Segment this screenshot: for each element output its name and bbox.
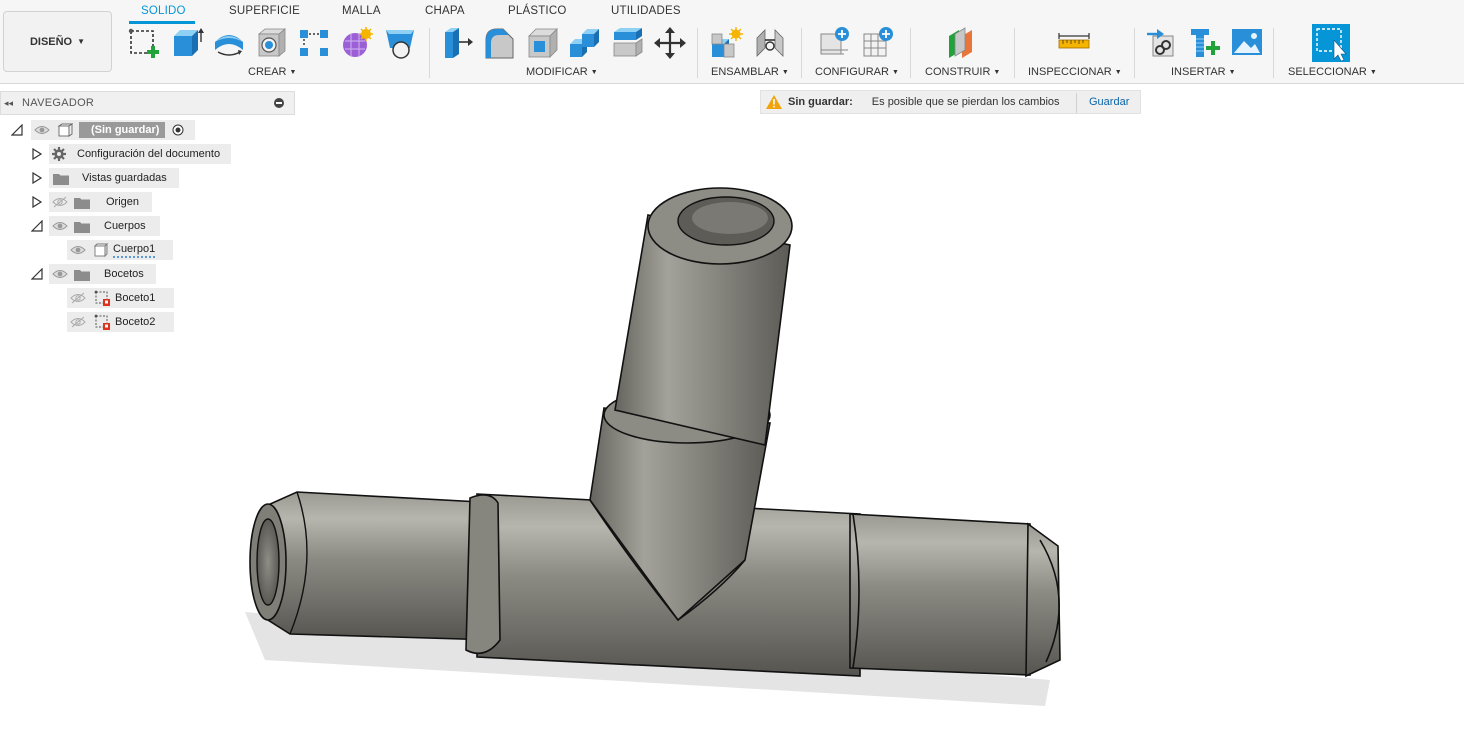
joint-icon[interactable] [753,26,787,60]
active-tab-indicator [129,21,195,24]
inspeccionar-label: INSPECCIONAR [1028,66,1112,78]
tab-utilidades[interactable]: UTILIDADES [611,5,681,17]
navigator-title: NAVEGADOR [22,97,95,109]
save-button[interactable]: Guardar [1089,96,1129,108]
banner-divider [1076,93,1077,113]
crear-label: CREAR [248,66,287,78]
hole-icon[interactable] [255,26,289,60]
canvas-viewport[interactable] [0,116,1464,730]
insertar-menu[interactable]: INSERTAR ▼ [1171,66,1236,78]
insertar-label: INSERTAR [1171,66,1226,78]
tab-malla[interactable]: MALLA [342,5,381,17]
offset-face-icon[interactable] [611,26,645,60]
toolbar-divider [1273,28,1274,78]
crear-menu[interactable]: CREAR ▼ [248,66,296,78]
create-form-icon[interactable] [340,26,374,60]
create-sketch-icon[interactable] [127,26,161,60]
extrude-icon[interactable] [170,26,204,60]
toolbar-divider [910,28,911,78]
chevron-down-icon: ▼ [993,69,1001,76]
toolbar-divider [1014,28,1015,78]
warning-icon [766,95,782,109]
construir-label: CONSTRUIR [925,66,991,78]
seleccionar-label: SELECCIONAR [1288,66,1367,78]
chevron-down-icon: ▼ [781,69,789,76]
workspace-switcher-button[interactable]: DISEÑO ▼ [3,11,112,72]
move-copy-icon[interactable] [653,26,687,60]
tab-plastico[interactable]: PLÁSTICO [508,5,566,17]
toolbar-divider [429,28,430,78]
navigator-panel-header: ◂◂ NAVEGADOR [0,91,295,115]
new-component-icon[interactable] [710,26,744,60]
minimize-panel-icon[interactable] [274,98,284,108]
seleccionar-menu[interactable]: SELECCIONAR ▼ [1288,66,1377,78]
tab-chapa[interactable]: CHAPA [425,5,465,17]
tab-solido[interactable]: SOLIDO [141,5,186,17]
rectangular-pattern-icon[interactable] [297,26,331,60]
revolve-icon[interactable] [212,26,246,60]
toolbar: DISEÑO ▼ SOLIDO SUPERFICIE MALLA CHAPA P… [0,0,1464,84]
offset-plane-icon[interactable] [945,26,979,60]
insert-canvas-icon[interactable] [1230,26,1264,60]
chevron-down-icon: ▼ [1369,69,1377,76]
shell-icon[interactable] [526,26,560,60]
chevron-down-icon: ▼ [1114,69,1122,76]
measure-icon[interactable] [1057,26,1091,60]
ensamblar-label: ENSAMBLAR [711,66,779,78]
configurar-menu[interactable]: CONFIGURAR ▼ [815,66,899,78]
banner-message: Es posible que se pierdan los cambios [871,96,1060,108]
unsaved-changes-banner: Sin guardar: Es posible que se pierdan l… [760,90,1141,114]
modificar-menu[interactable]: MODIFICAR ▼ [526,66,598,78]
press-pull-icon[interactable] [441,26,475,60]
inspeccionar-menu[interactable]: INSPECCIONAR ▼ [1028,66,1122,78]
loft-icon[interactable] [383,26,417,60]
collapse-panel-icon[interactable]: ◂◂ [4,98,18,109]
window-select-icon[interactable] [1312,24,1350,62]
toolbar-divider [801,28,802,78]
banner-label: Sin guardar: [788,96,853,108]
chevron-down-icon: ▼ [77,37,86,46]
tab-superficie[interactable]: SUPERFICIE [229,5,300,17]
chevron-down-icon: ▼ [289,69,297,76]
workspace-label: DISEÑO [29,35,73,48]
insert-derive-icon[interactable] [1145,26,1179,60]
configure-model-icon[interactable] [818,26,852,60]
construir-menu[interactable]: CONSTRUIR ▼ [925,66,1000,78]
fillet-icon[interactable] [483,26,517,60]
toolbar-divider [697,28,698,78]
configurar-label: CONFIGURAR [815,66,889,78]
combine-icon[interactable] [568,26,602,60]
chevron-down-icon: ▼ [590,69,598,76]
modificar-label: MODIFICAR [526,66,588,78]
toolbar-divider [1134,28,1135,78]
configuration-table-icon[interactable] [861,26,895,60]
insert-mcmaster-icon[interactable] [1188,26,1222,60]
chevron-down-icon: ▼ [891,69,899,76]
chevron-down-icon: ▼ [1228,69,1236,76]
ensamblar-menu[interactable]: ENSAMBLAR ▼ [711,66,789,78]
tee-fitting-model[interactable] [0,116,1464,730]
